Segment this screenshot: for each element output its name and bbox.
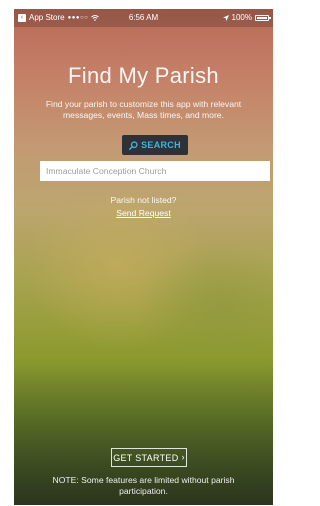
page-subtitle: Find your parish to customize this app w… — [45, 99, 242, 120]
chevron-right-icon: › — [181, 452, 185, 462]
status-right: 100% — [222, 13, 271, 22]
search-button-label: SEARCH — [141, 140, 181, 150]
location-arrow-icon — [222, 14, 229, 21]
phone-screen: ‹ App Store ●●●○○ 6:56 AM 100% Find My P… — [14, 9, 273, 505]
get-started-button[interactable]: GET STARTED › — [111, 448, 187, 467]
battery-percent: 100% — [231, 13, 252, 22]
search-button[interactable]: SEARCH — [122, 135, 188, 155]
parish-not-listed-text: Parish not listed? — [110, 195, 177, 205]
battery-icon — [255, 14, 271, 21]
limited-features-note: NOTE: Some features are limited without … — [52, 475, 235, 496]
status-bar: ‹ App Store ●●●○○ 6:56 AM 100% — [14, 9, 273, 27]
page-title: Find My Parish — [68, 63, 219, 88]
search-icon — [129, 140, 138, 150]
get-started-label: GET STARTED — [113, 452, 179, 463]
send-request-link[interactable]: Send Request — [14, 208, 273, 218]
parish-search-input[interactable] — [40, 161, 270, 181]
